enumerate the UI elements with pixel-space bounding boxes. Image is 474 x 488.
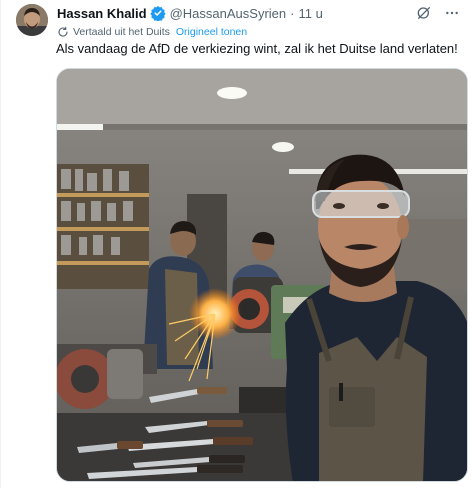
header-separator: ·	[290, 5, 295, 21]
tweet-header: Hassan Khalid @HassanAusSyrien · 11 u	[57, 4, 460, 22]
author-name[interactable]: Hassan Khalid	[57, 6, 147, 21]
translation-label: Vertaald uit het Duits	[73, 26, 170, 38]
tweet-media[interactable]	[56, 68, 468, 482]
grok-icon[interactable]	[416, 5, 432, 21]
translation-notice: Vertaald uit het Duits Origineel tonen	[57, 25, 247, 39]
author-handle[interactable]: @HassanAusSyrien	[170, 6, 287, 21]
author-avatar[interactable]	[16, 4, 48, 36]
avatar-image	[16, 4, 48, 36]
show-original-link[interactable]: Origineel tonen	[176, 26, 247, 38]
timeline-divider	[0, 0, 1, 488]
more-icon[interactable]	[444, 5, 460, 21]
verified-badge-icon[interactable]	[149, 5, 166, 22]
tweet-text: Als vandaag de AfD de verkiezing wint, z…	[56, 41, 458, 56]
translate-icon	[57, 26, 69, 38]
workshop-photo	[57, 69, 467, 481]
tweet-timestamp[interactable]: 11 u	[298, 6, 322, 21]
